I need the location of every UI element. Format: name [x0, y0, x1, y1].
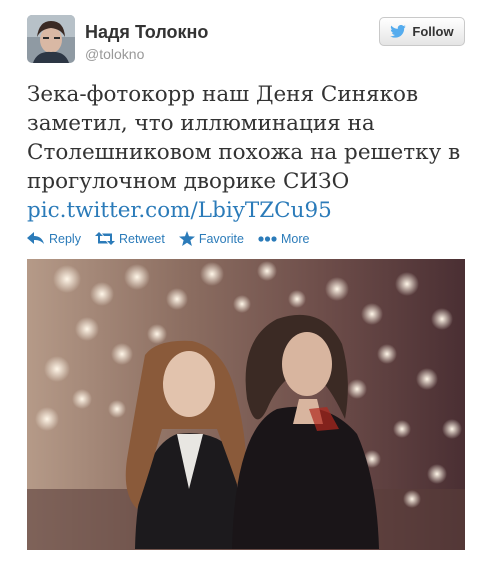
more-action[interactable]: More: [258, 232, 309, 246]
twitter-bird-icon: [390, 25, 407, 38]
tweet-text: Зека-фотокорр наш Деня Синяков заметил, …: [27, 82, 461, 194]
reply-action[interactable]: Reply: [27, 232, 81, 246]
embedded-tweet: Надя Толокно @tolokno Follow Зека-фотоко…: [0, 0, 494, 567]
follow-button[interactable]: Follow: [379, 17, 465, 46]
tweet-photo[interactable]: [27, 259, 465, 550]
star-icon: [178, 231, 195, 246]
tweet-body: Зека-фотокорр наш Деня Синяков заметил, …: [27, 80, 472, 225]
reply-arrow-icon: [27, 232, 45, 245]
favorite-label: Favorite: [198, 231, 244, 246]
retweet-label: Retweet: [118, 231, 165, 246]
favorite-action[interactable]: Favorite: [178, 231, 244, 246]
user-display-name[interactable]: Надя Толокно: [85, 22, 208, 43]
reply-label: Reply: [49, 231, 81, 246]
tweet-actions: Reply Retweet Favorite More: [27, 231, 323, 246]
two-women-under-street-lights-photo: [27, 259, 465, 550]
retweet-icon: [94, 232, 115, 245]
follow-button-label: Follow: [412, 24, 454, 39]
retweet-action[interactable]: Retweet: [94, 231, 165, 246]
more-dots-icon: [258, 235, 277, 242]
user-avatar[interactable]: [27, 15, 75, 63]
tweet-photo-link[interactable]: pic.twitter.com/LbiyTZCu95: [27, 196, 472, 225]
more-label: More: [280, 231, 310, 246]
user-screen-name[interactable]: @tolokno: [85, 46, 144, 62]
